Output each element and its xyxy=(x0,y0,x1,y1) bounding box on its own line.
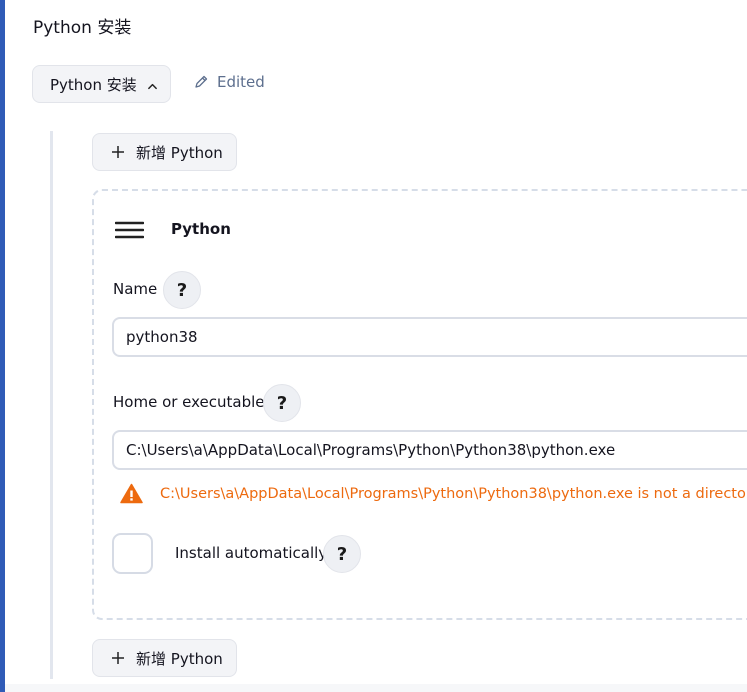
add-python-button-top[interactable]: 新增 Python xyxy=(92,133,237,171)
name-field[interactable] xyxy=(112,317,747,357)
home-label: Home or executable xyxy=(113,393,265,411)
home-help-icon[interactable]: ? xyxy=(263,384,301,422)
name-label: Name xyxy=(113,280,158,298)
chevron-up-icon xyxy=(147,83,157,89)
pencil-icon xyxy=(195,75,208,88)
help-icon: ? xyxy=(176,279,188,301)
warning-text: C:\Users\a\AppData\Local\Programs\Python… xyxy=(160,485,747,502)
help-icon: ? xyxy=(276,392,288,414)
section-guide-line xyxy=(50,131,53,679)
left-accent-bar xyxy=(0,0,5,692)
home-executable-field[interactable] xyxy=(112,430,747,470)
plus-icon xyxy=(112,652,124,664)
edited-label: Edited xyxy=(217,73,265,91)
plus-icon xyxy=(112,146,124,158)
home-warning: C:\Users\a\AppData\Local\Programs\Python… xyxy=(120,483,747,504)
warning-icon xyxy=(120,483,143,504)
collapse-button-label: Python 安装 xyxy=(50,75,137,94)
drag-handle-icon[interactable] xyxy=(115,221,144,239)
edited-indicator: Edited xyxy=(193,73,265,91)
add-python-label: 新增 Python xyxy=(136,143,223,162)
add-python-button-bottom[interactable]: 新增 Python xyxy=(92,639,237,677)
bottom-band xyxy=(5,684,747,692)
section-title: Python 安装 xyxy=(33,18,132,38)
add-python-label: 新增 Python xyxy=(136,649,223,668)
card-title: Python xyxy=(171,220,231,238)
name-help-icon[interactable]: ? xyxy=(163,271,201,309)
install-automatically-label[interactable]: Install automatically xyxy=(175,544,327,562)
help-icon: ? xyxy=(336,543,348,565)
collapse-section-button[interactable]: Python 安装 xyxy=(32,65,171,103)
install-help-icon[interactable]: ? xyxy=(323,535,361,573)
install-automatically-checkbox[interactable] xyxy=(112,533,153,574)
